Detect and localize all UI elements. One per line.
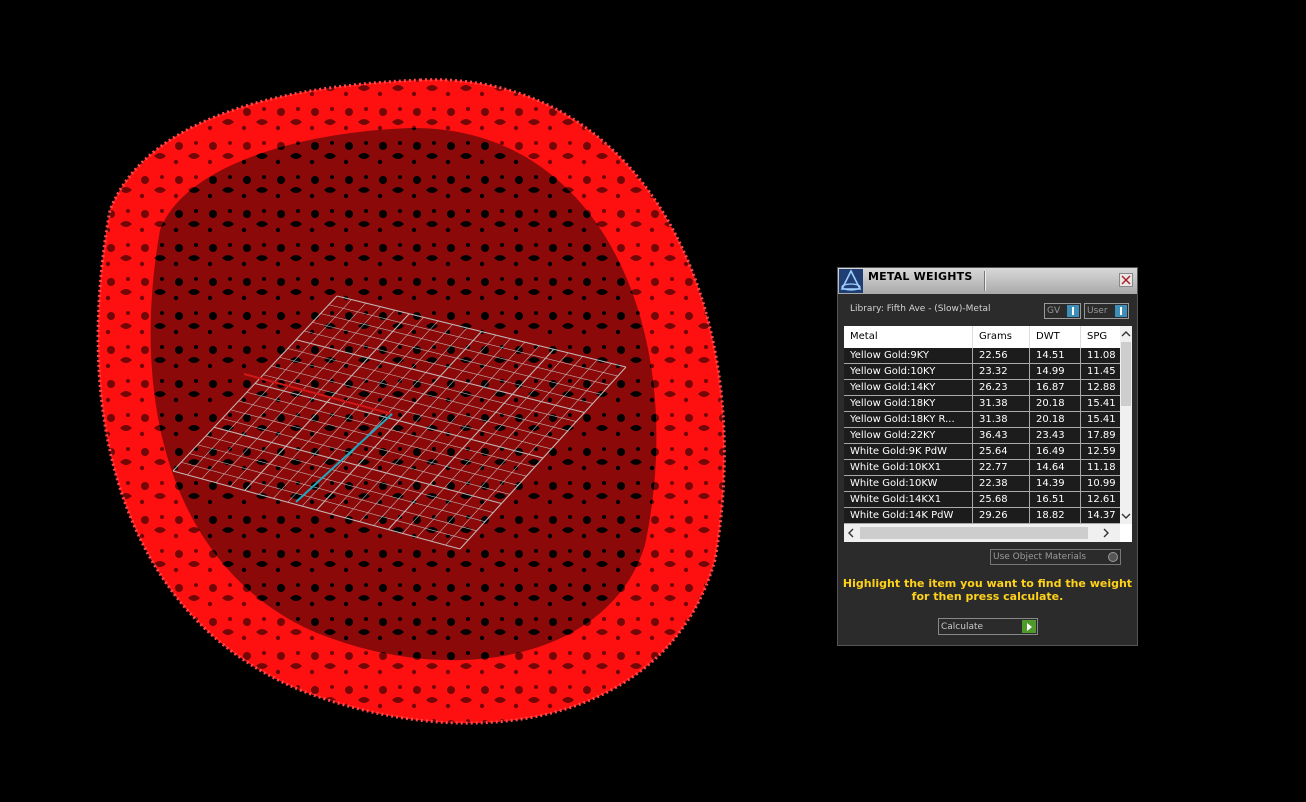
scroll-left-icon[interactable] <box>845 526 857 540</box>
toggle-knob-icon <box>1067 305 1079 317</box>
table-row[interactable]: Yellow Gold:14KY 26.23 16.87 12.88 <box>844 380 1120 396</box>
cell-metal: White Gold:10KX1 <box>844 460 973 475</box>
table-row[interactable]: Yellow Gold:18KY 31.38 20.18 15.41 <box>844 396 1120 412</box>
table-row[interactable]: Yellow Gold:22KY 36.43 23.43 17.89 <box>844 428 1120 444</box>
table-row[interactable]: White Gold:14KX1 25.68 16.51 12.61 <box>844 492 1120 508</box>
table-row[interactable]: White Gold:10KW 22.38 14.39 10.99 <box>844 476 1120 492</box>
cell-spg: 11.08 <box>1087 350 1116 361</box>
radio-icon <box>1108 552 1118 562</box>
scroll-down-icon[interactable] <box>1120 509 1132 523</box>
table-row[interactable]: White Gold:10KX1 22.77 14.64 11.18 <box>844 460 1120 476</box>
cell-grams: 36.43 <box>973 428 1030 443</box>
column-header-spg[interactable]: SPG <box>1081 326 1120 348</box>
table-row[interactable]: Yellow Gold:10KY 23.32 14.99 11.45 <box>844 364 1120 380</box>
app-logo-icon <box>839 269 863 293</box>
close-icon <box>1121 275 1131 285</box>
cell-dwt: 16.49 <box>1030 444 1081 459</box>
cell-grams: 26.23 <box>973 380 1030 395</box>
cell-dwt: 14.64 <box>1030 460 1081 475</box>
column-header-metal[interactable]: Metal <box>844 326 973 348</box>
cell-metal: Yellow Gold:14KY <box>844 380 973 395</box>
table-header: Metal Grams DWT SPG <box>844 326 1120 348</box>
cell-dwt: 23.43 <box>1030 428 1081 443</box>
scroll-up-icon[interactable] <box>1120 327 1132 341</box>
cell-dwt: 20.18 <box>1030 412 1081 427</box>
cell-spg: 12.88 <box>1087 382 1116 393</box>
metal-weights-panel: METAL WEIGHTS Library: Fifth Ave - (Slow… <box>837 267 1138 646</box>
cell-dwt: 18.82 <box>1030 508 1081 523</box>
cell-metal: Yellow Gold:18KY <box>844 396 973 411</box>
user-toggle[interactable]: User <box>1084 303 1129 319</box>
cell-grams: 25.64 <box>973 444 1030 459</box>
cell-spg: 14.37 <box>1087 510 1116 521</box>
gv-toggle[interactable]: GV <box>1044 303 1081 319</box>
close-button[interactable] <box>1119 273 1133 287</box>
scroll-right-icon[interactable] <box>1100 526 1112 540</box>
cell-grams: 31.38 <box>973 412 1030 427</box>
cell-dwt: 14.39 <box>1030 476 1081 491</box>
vertical-scrollbar[interactable] <box>1120 326 1132 524</box>
cell-spg: 12.61 <box>1087 494 1116 505</box>
cell-spg: 15.41 <box>1087 414 1116 425</box>
cell-grams: 22.56 <box>973 348 1030 363</box>
calculate-label: Calculate <box>941 622 984 632</box>
panel-titlebar[interactable]: METAL WEIGHTS <box>838 268 1137 294</box>
horizontal-scrollbar[interactable] <box>844 524 1120 542</box>
cell-grams: 29.26 <box>973 508 1030 523</box>
cell-metal: White Gold:10KW <box>844 476 973 491</box>
vertical-scroll-thumb[interactable] <box>1121 342 1131 406</box>
ring-model <box>96 78 726 725</box>
cell-grams: 25.68 <box>973 492 1030 507</box>
cell-metal: Yellow Gold:22KY <box>844 428 973 443</box>
cell-metal: White Gold:9K PdW <box>844 444 973 459</box>
cell-grams: 22.38 <box>973 476 1030 491</box>
cell-grams: 22.77 <box>973 460 1030 475</box>
cell-metal: Yellow Gold:10KY <box>844 364 973 379</box>
use-object-materials-toggle[interactable]: Use Object Materials <box>990 549 1121 565</box>
toggle-knob-icon <box>1115 305 1127 317</box>
cell-metal: Yellow Gold:9KY <box>844 348 973 363</box>
user-toggle-label: User <box>1087 306 1108 316</box>
column-header-dwt[interactable]: DWT <box>1030 326 1081 348</box>
cell-dwt: 14.51 <box>1030 348 1081 363</box>
cell-dwt: 14.99 <box>1030 364 1081 379</box>
cell-grams: 23.32 <box>973 364 1030 379</box>
cell-dwt: 16.87 <box>1030 380 1081 395</box>
cell-spg: 17.89 <box>1087 430 1116 441</box>
metals-table: Metal Grams DWT SPG Yellow Gold:9KY 22.5… <box>844 326 1132 542</box>
table-row[interactable]: White Gold:9K PdW 25.64 16.49 12.59 <box>844 444 1120 460</box>
cell-metal: White Gold:14KX1 <box>844 492 973 507</box>
panel-title: METAL WEIGHTS <box>868 270 973 283</box>
table-row[interactable]: Yellow Gold:18KY R... 31.38 20.18 15.41 <box>844 412 1120 428</box>
horizontal-scroll-thumb[interactable] <box>860 527 1088 539</box>
cell-metal: Yellow Gold:18KY R... <box>844 412 973 427</box>
title-divider-highlight <box>985 271 986 291</box>
cell-metal: White Gold:14K PdW <box>844 508 973 523</box>
cell-dwt: 20.18 <box>1030 396 1081 411</box>
calculate-button[interactable]: Calculate <box>938 618 1038 635</box>
column-header-grams[interactable]: Grams <box>973 326 1030 348</box>
cell-spg: 11.18 <box>1087 462 1116 473</box>
table-body: Yellow Gold:9KY 22.56 14.51 11.08 Yellow… <box>844 348 1120 524</box>
use-object-materials-label: Use Object Materials <box>993 552 1087 562</box>
instructions-text: Highlight the item you want to find the … <box>842 577 1133 603</box>
cell-grams: 31.38 <box>973 396 1030 411</box>
table-row[interactable]: Yellow Gold:9KY 22.56 14.51 11.08 <box>844 348 1120 364</box>
cell-spg: 10.99 <box>1087 478 1116 489</box>
cell-spg: 15.41 <box>1087 398 1116 409</box>
cell-spg: 12.59 <box>1087 446 1116 457</box>
gv-toggle-label: GV <box>1047 306 1061 316</box>
table-row[interactable]: White Gold:14K PdW 29.26 18.82 14.37 <box>844 508 1120 524</box>
play-arrow-icon <box>1022 620 1036 633</box>
cell-spg: 11.45 <box>1087 366 1116 377</box>
library-label: Library: Fifth Ave - (Slow)-Metal <box>850 304 991 314</box>
cell-dwt: 16.51 <box>1030 492 1081 507</box>
